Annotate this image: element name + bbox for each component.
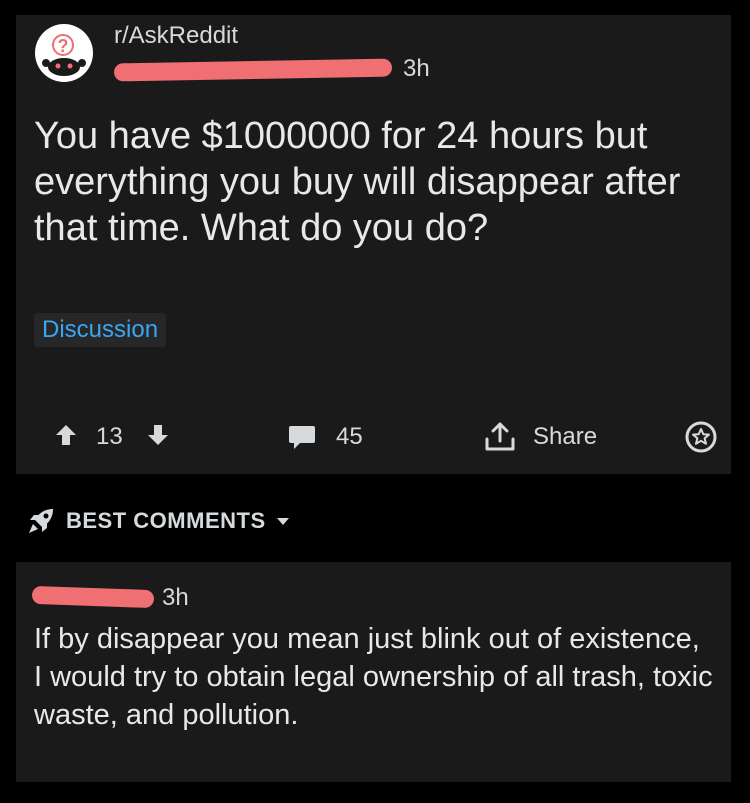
- comment-sort-bar: BEST COMMENTS: [0, 474, 750, 561]
- post-card[interactable]: ? r/AskReddit 3h You have $1000000 for 2…: [16, 15, 731, 474]
- comments-button[interactable]: 45: [288, 423, 363, 451]
- comment-count: 45: [336, 423, 363, 450]
- upvote-arrow-icon: [56, 425, 76, 445]
- share-label: Share: [533, 423, 598, 450]
- award-button[interactable]: [685, 421, 717, 453]
- redacted-username: [113, 58, 393, 82]
- comment-meta: 3h: [31, 582, 232, 612]
- comment-body: If by disappear you mean just blink out …: [34, 623, 713, 731]
- comment-card[interactable]: 3h If by disappear you mean just blink o…: [16, 562, 731, 782]
- downvote-arrow-icon: [148, 425, 168, 445]
- upvote-button[interactable]: [54, 423, 78, 447]
- vote-count: 13: [96, 423, 123, 450]
- svg-text:?: ?: [58, 36, 69, 56]
- post-meta: 3h: [113, 55, 474, 85]
- redacted-commenter: [31, 585, 155, 609]
- post-time: 3h: [403, 55, 430, 82]
- subreddit-avatar-icon[interactable]: ?: [34, 23, 94, 83]
- caret-down-icon: [276, 518, 289, 525]
- post-flair[interactable]: Discussion: [34, 313, 167, 347]
- comment-time: 3h: [162, 584, 189, 611]
- subreddit-name[interactable]: r/AskReddit: [114, 22, 238, 50]
- sort-label: BEST COMMENTS: [66, 508, 266, 533]
- award-star-icon: [685, 421, 717, 453]
- share-icon: [485, 422, 515, 451]
- sort-dropdown[interactable]: BEST COMMENTS: [26, 506, 292, 536]
- downvote-button[interactable]: [146, 423, 170, 447]
- post-actions: 13 45 Share: [16, 415, 731, 455]
- rocket-icon: [29, 509, 53, 533]
- comment-bubble-icon: [289, 426, 315, 449]
- post-title[interactable]: You have $1000000 for 24 hours but every…: [34, 113, 714, 251]
- share-button[interactable]: Share: [483, 421, 597, 453]
